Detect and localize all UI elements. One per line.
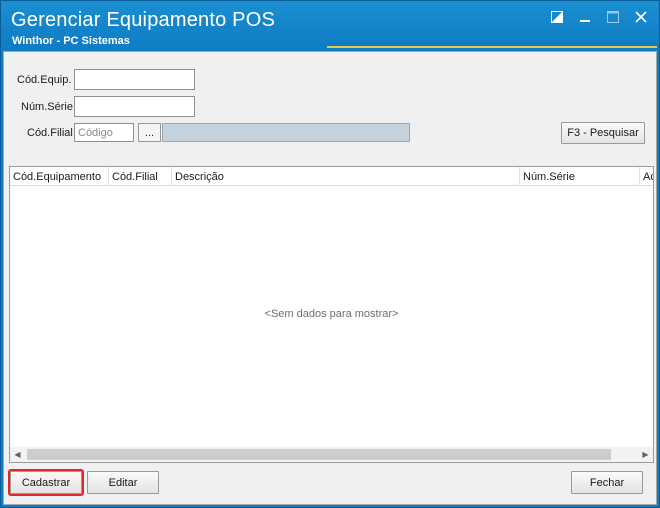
search-button[interactable]: F3 - Pesquisar (561, 122, 645, 144)
cod-filial-label: Cód.Filial (27, 127, 73, 139)
filial-lookup-button[interactable]: ... (138, 123, 161, 142)
scroll-right-icon[interactable]: ▶ (638, 447, 653, 462)
cod-equip-input[interactable] (74, 69, 195, 90)
scroll-left-icon[interactable]: ◀ (10, 447, 25, 462)
cadastrar-button[interactable]: Cadastrar (8, 469, 84, 496)
num-serie-input[interactable] (74, 96, 195, 117)
maximize-alt-icon[interactable] (547, 9, 567, 25)
column-num-serie[interactable]: Núm.Série (520, 167, 640, 186)
close-icon[interactable] (631, 9, 651, 25)
window-controls (547, 9, 651, 25)
column-cod-filial[interactable]: Cód.Filial (109, 167, 172, 186)
cod-filial-input[interactable] (74, 123, 134, 142)
empty-grid-message: <Sem dados para mostrar> (264, 308, 399, 320)
window-subtitle: Winthor - PC Sistemas (12, 35, 130, 47)
client-area: Cód.Equip. Núm.Série Cód.Filial ... F3 -… (3, 51, 657, 505)
restore-icon[interactable] (603, 9, 623, 25)
num-serie-label: Núm.Série (21, 101, 73, 113)
filter-panel: Cód.Equip. Núm.Série Cód.Filial ... F3 -… (4, 52, 656, 164)
column-cod-equipamento[interactable]: Cód.Equipamento (10, 167, 109, 186)
filial-description-field (162, 123, 410, 142)
fechar-button[interactable]: Fechar (571, 471, 643, 494)
column-descricao[interactable]: Descrição (172, 167, 520, 186)
horizontal-scrollbar[interactable]: ◀ ▶ (10, 447, 653, 462)
scrollbar-thumb[interactable] (27, 449, 611, 460)
main-window: Gerenciar Equipamento POS Winthor - PC S… (0, 0, 660, 508)
window-title: Gerenciar Equipamento POS (11, 9, 276, 31)
equipment-grid[interactable]: Cód.Equipamento Cód.Filial Descrição Núm… (9, 166, 654, 463)
cod-equip-label: Cód.Equip. (17, 74, 72, 86)
minimize-icon[interactable] (575, 9, 595, 25)
title-bar[interactable]: Gerenciar Equipamento POS Winthor - PC S… (1, 1, 659, 51)
action-bar: Cadastrar Editar Fechar (4, 464, 656, 504)
grid-header: Cód.Equipamento Cód.Filial Descrição Núm… (10, 167, 653, 186)
editar-button[interactable]: Editar (87, 471, 159, 494)
column-ac[interactable]: Ac (640, 167, 653, 186)
title-accent-line (327, 46, 657, 48)
